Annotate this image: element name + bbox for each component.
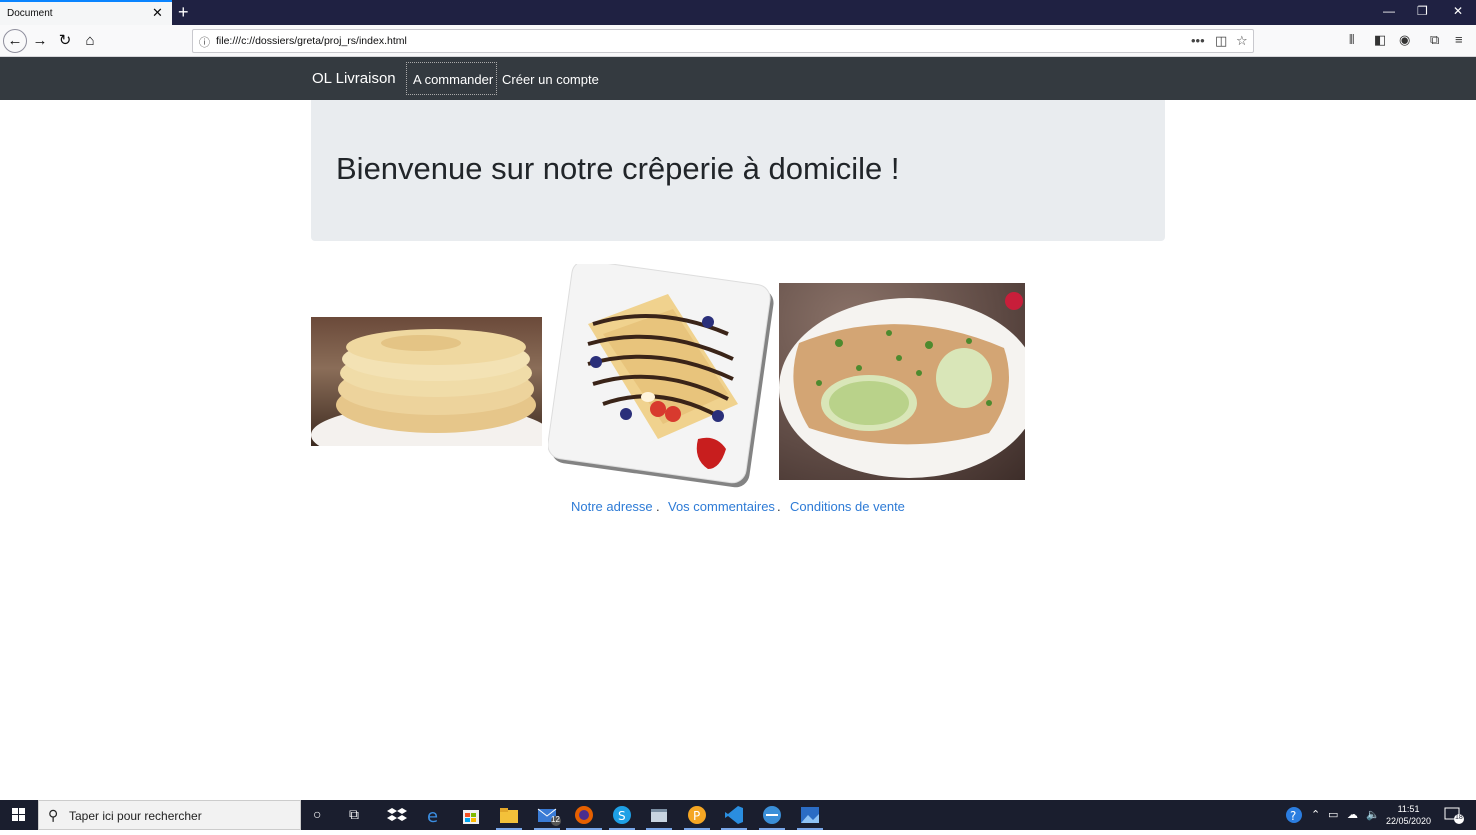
svg-text:S: S: [618, 809, 626, 823]
svg-text:P: P: [693, 809, 700, 823]
savory-crepe-image: [779, 283, 1025, 480]
search-icon: ⚲: [48, 807, 59, 823]
page-actions-icon[interactable]: •••: [1191, 33, 1205, 48]
mail-badge: 12: [551, 815, 560, 824]
photos-icon[interactable]: [799, 804, 821, 826]
tab-title: Document: [7, 8, 53, 19]
restore-button[interactable]: ❐: [1417, 4, 1428, 18]
pcloud-icon[interactable]: P: [686, 804, 708, 826]
nav-link-a-commander[interactable]: A commander: [413, 72, 493, 87]
onedrive-icon[interactable]: ☁: [1347, 808, 1358, 821]
site-navbar: OL Livraison A commander Créer un compte: [0, 57, 1476, 100]
chocolate-crepe-image: [548, 264, 774, 494]
notifications-icon[interactable]: 18: [1443, 805, 1465, 825]
search-placeholder: Taper ici pour rechercher: [69, 809, 202, 823]
task-view-icon[interactable]: ⧉: [349, 806, 359, 823]
reload-icon[interactable]: ↻: [55, 31, 75, 51]
footer-link-commentaires[interactable]: Vos commentaires: [668, 499, 775, 514]
footer-link-adresse[interactable]: Notre adresse: [571, 499, 653, 514]
footer-separator: .: [777, 499, 781, 514]
back-arrow-icon[interactable]: ←: [3, 29, 27, 53]
network-icon[interactable]: ▭: [1328, 808, 1338, 821]
cortana-icon[interactable]: ○: [313, 806, 321, 822]
menu-icon[interactable]: ≡: [1455, 32, 1463, 47]
pocket-icon[interactable]: ◫: [1215, 33, 1227, 49]
file-explorer-icon[interactable]: [498, 804, 520, 826]
windows-start-button[interactable]: [0, 800, 38, 830]
close-tab-icon[interactable]: ✕: [152, 6, 163, 20]
taskbar-clock[interactable]: 11:51 22/05/2020: [1386, 803, 1431, 827]
volume-icon[interactable]: 🔈: [1366, 808, 1380, 821]
bookmark-star-icon[interactable]: ☆: [1236, 33, 1248, 49]
address-bar[interactable]: ⓘ file:///c://dossiers/greta/proj_rs/ind…: [192, 29, 1254, 53]
account-icon[interactable]: ◉: [1399, 32, 1410, 48]
home-icon[interactable]: ⌂: [80, 31, 100, 51]
url-text[interactable]: file:///c://dossiers/greta/proj_rs/index…: [216, 35, 407, 47]
browser-toolbar: ← → ↻ ⌂ ⓘ file:///c://dossiers/greta/pro…: [0, 25, 1476, 57]
vscode-icon[interactable]: [723, 804, 745, 826]
app-circle-icon[interactable]: [761, 804, 783, 826]
minimize-button[interactable]: —: [1383, 4, 1395, 18]
browser-tab[interactable]: Document ✕: [0, 0, 172, 25]
library-icon[interactable]: ⫴: [1349, 32, 1354, 48]
extensions-icon[interactable]: ⧉: [1430, 32, 1439, 48]
firefox-icon[interactable]: [573, 804, 595, 826]
skype-icon[interactable]: S: [611, 804, 633, 826]
clock-date: 22/05/2020: [1386, 816, 1432, 826]
help-icon[interactable]: ?: [1285, 806, 1303, 824]
edge-icon[interactable]: e: [423, 804, 445, 827]
site-brand[interactable]: OL Livraison: [312, 70, 396, 87]
nav-link-creer-compte[interactable]: Créer un compte: [502, 72, 599, 87]
site-info-icon[interactable]: ⓘ: [199, 34, 210, 50]
svg-text:e: e: [427, 806, 438, 826]
browser-tab-strip: Document ✕ + — ❐ ✕: [0, 0, 1476, 25]
store-icon[interactable]: [460, 804, 482, 826]
sidebar-icon[interactable]: ◧: [1374, 32, 1386, 48]
windows-taskbar: ⚲ Taper ici pour rechercher ○ ⧉ e 12 S P: [0, 800, 1476, 830]
app-window-icon[interactable]: [648, 804, 670, 826]
mail-icon[interactable]: 12: [536, 804, 564, 826]
close-window-button[interactable]: ✕: [1453, 4, 1463, 18]
footer-link-conditions[interactable]: Conditions de vente: [790, 499, 905, 514]
show-hidden-icons-icon[interactable]: ⌃: [1311, 808, 1320, 821]
crepes-stack-image: [311, 317, 542, 446]
notifications-badge: 18: [1455, 814, 1463, 821]
taskbar-search[interactable]: ⚲ Taper ici pour rechercher: [38, 800, 301, 830]
jumbotron: Bienvenue sur notre crêperie à domicile …: [311, 100, 1165, 241]
hero-title: Bienvenue sur notre crêperie à domicile …: [336, 151, 900, 186]
footer-separator: .: [656, 499, 660, 514]
forward-arrow-icon[interactable]: →: [30, 31, 50, 51]
dropbox-icon[interactable]: [386, 804, 408, 826]
svg-text:?: ?: [1290, 809, 1296, 823]
new-tab-button[interactable]: +: [178, 2, 189, 22]
clock-time: 11:51: [1397, 804, 1420, 814]
